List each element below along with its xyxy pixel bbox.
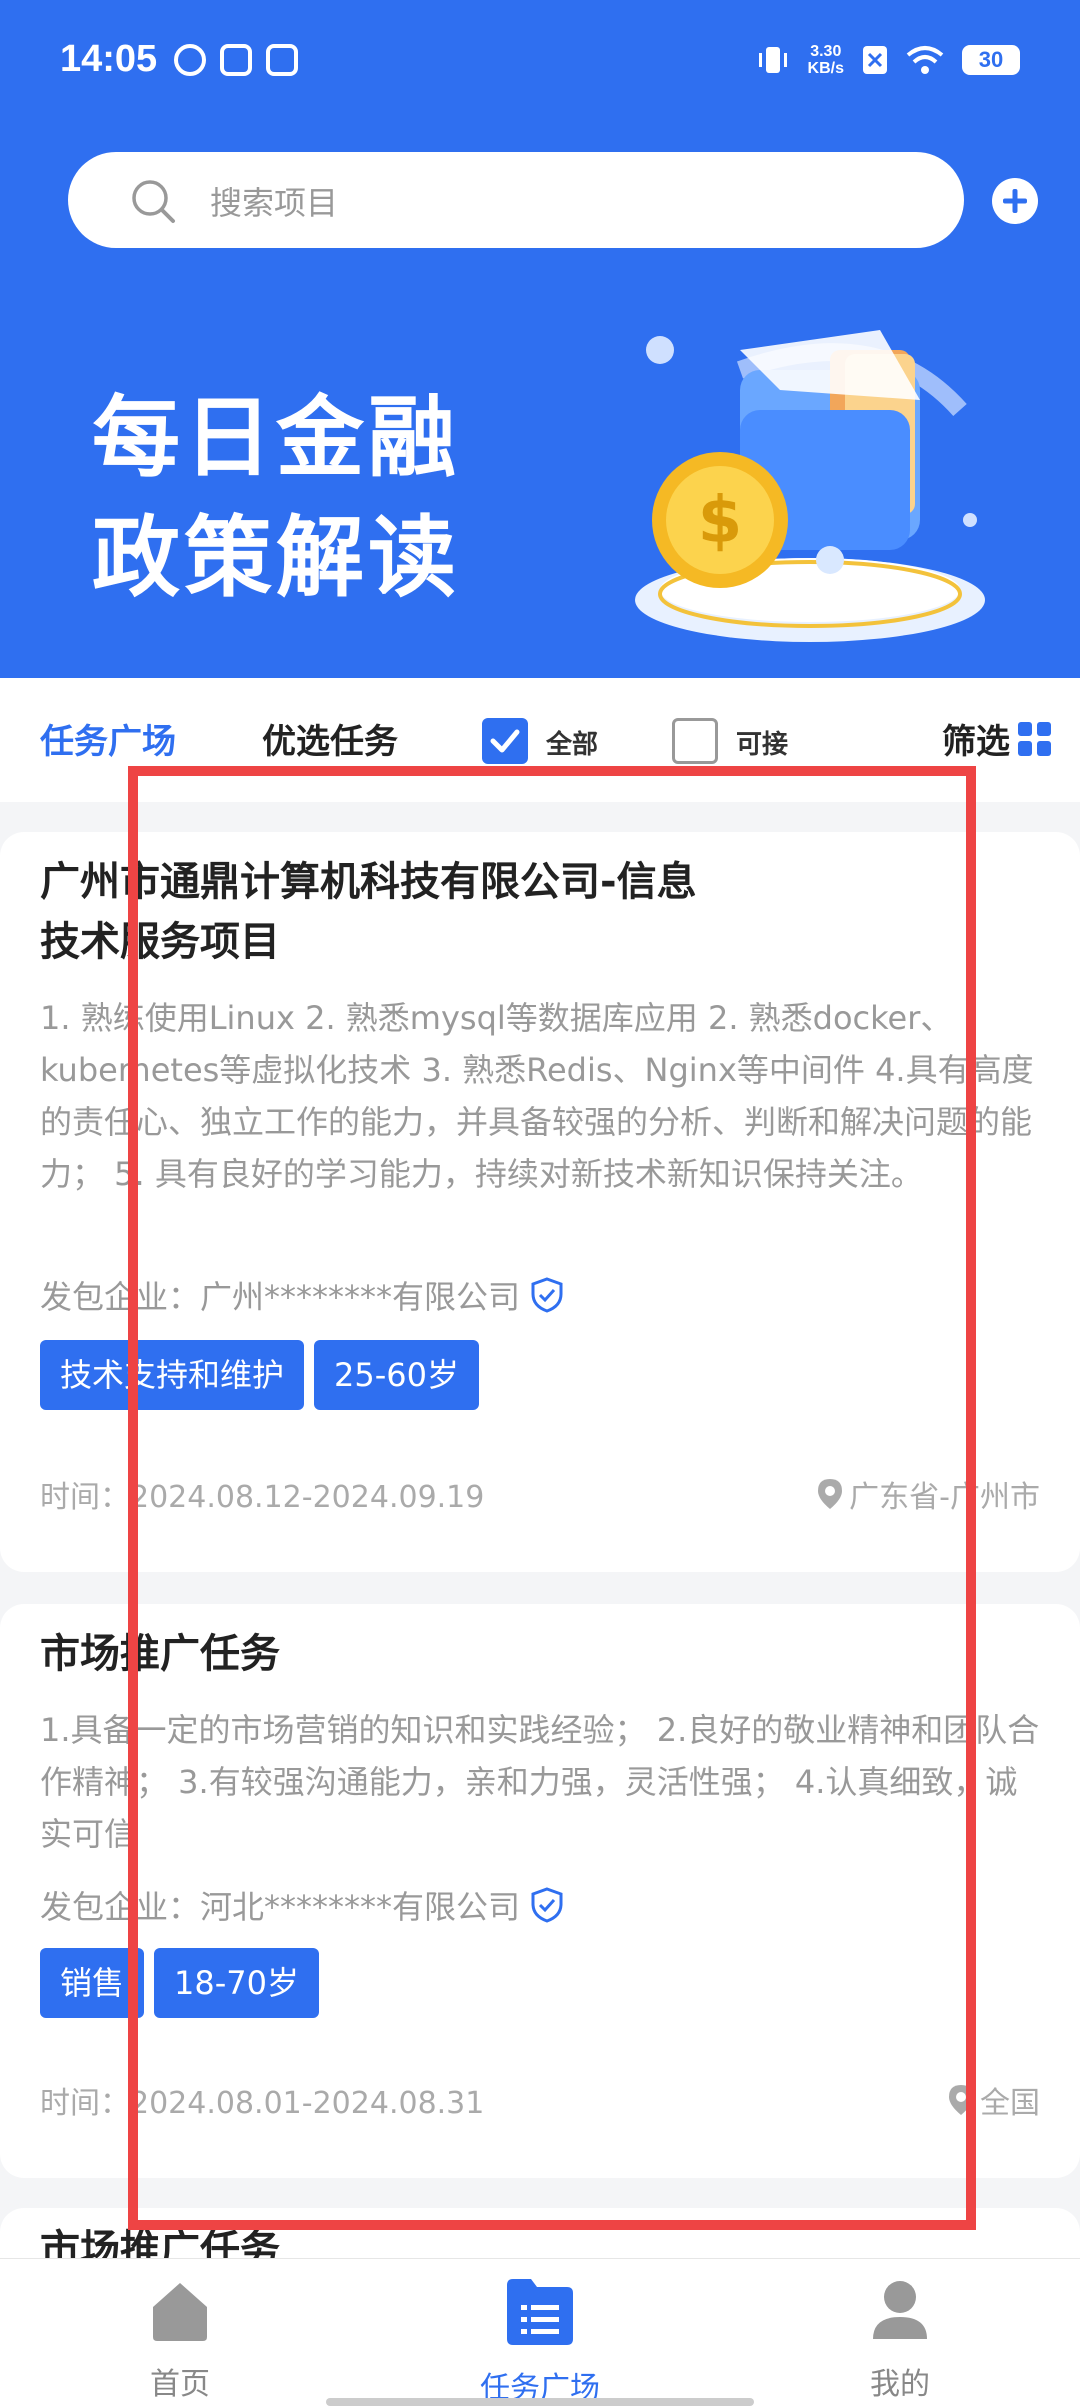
nav-item-label: 我的 — [870, 2367, 930, 2402]
tab-task-square[interactable]: 任务广场 — [40, 714, 176, 763]
checkbox-all[interactable] — [482, 718, 528, 764]
search-input[interactable]: 搜索项目 — [210, 178, 338, 224]
task-company-text: 发包企业：河北********有限公司 — [40, 1888, 521, 1926]
task-list-icon — [507, 2279, 573, 2345]
task-tag: 技术支持和维护 — [40, 1340, 305, 1410]
task-location: 广东省-广州市 — [817, 1472, 1040, 1516]
status-right: 3.30 KB/s 30 — [756, 40, 1020, 80]
nav-item-task-square[interactable]: 任务广场 — [450, 2277, 630, 2407]
task-time: 时间：2024.08.12-2024.09.19 — [40, 1480, 485, 1515]
svg-text:$: $ — [698, 484, 743, 558]
task-company: 发包企业：河北********有限公司 — [40, 1882, 564, 1928]
finance-folder-illustration: $ — [635, 330, 985, 642]
task-title-line1: 广州市通鼎计算机科技有限公司-信息 — [40, 859, 697, 905]
banner-title-line2: 政策解读 — [92, 506, 461, 609]
profile-icon — [873, 2281, 927, 2339]
task-company-text: 发包企业：广州********有限公司 — [40, 1278, 521, 1316]
wifi-icon — [906, 46, 944, 74]
task-tag: 25-60岁 — [314, 1340, 480, 1410]
task-card[interactable]: 广州市通鼎计算机科技有限公司-信息 技术服务项目 1. 熟练使用Linux 2.… — [0, 832, 1080, 1572]
task-description: 1.具备一定的市场营销的知识和实践经验； 2.良好的敬业精神和团队合作精神； 3… — [40, 1711, 1040, 1853]
net-speed-unit: KB/s — [807, 60, 844, 77]
status-time: 14:05 — [60, 38, 158, 80]
check-icon — [490, 729, 520, 753]
task-time: 时间：2024.08.01-2024.08.31 — [40, 2086, 485, 2121]
home-icon — [153, 2283, 207, 2341]
header-banner: 14:05 3.30 KB/s 30 搜索项目 每日金融 政策解读 $ — [0, 0, 1080, 678]
filter-bar: 任务广场 优选任务 全部 可接 筛选 — [0, 678, 1080, 802]
verified-shield-icon — [531, 1887, 563, 1923]
tab-preferred-tasks[interactable]: 优选任务 — [262, 714, 398, 763]
add-icon[interactable] — [992, 178, 1038, 224]
vibrate-icon — [758, 47, 787, 73]
verified-shield-icon — [531, 1277, 563, 1313]
app-icon — [266, 44, 298, 76]
task-title: 广州市通鼎计算机科技有限公司-信息 技术服务项目 — [40, 852, 760, 972]
task-location-text: 全国 — [980, 2086, 1040, 2121]
banner-title[interactable]: 每日金融 政策解读 — [92, 378, 460, 618]
task-description: 1. 熟练使用Linux 2. 熟悉mysql等数据库应用 2. 熟悉docke… — [40, 999, 1034, 1193]
nav-item-profile[interactable]: 我的 — [810, 2277, 990, 2403]
location-pin-icon — [949, 2085, 973, 2115]
nav-item-label: 首页 — [150, 2367, 210, 2402]
task-title-line1: 市场推广任务 — [40, 1631, 280, 1677]
banner-title-line1: 每日金融 — [92, 386, 461, 489]
net-speed: 3.30 KB/s — [808, 43, 844, 77]
location-pin-icon — [818, 1479, 843, 1509]
task-tag: 18-70岁 — [154, 1948, 320, 2018]
task-location-text: 广东省-广州市 — [849, 1480, 1040, 1515]
net-speed-value: 3.30 — [810, 43, 842, 60]
status-bar: 14:05 3.30 KB/s 30 — [0, 0, 1080, 128]
home-indicator[interactable] — [326, 2398, 754, 2406]
filter-button[interactable]: 筛选 — [942, 714, 1052, 763]
checkbox-all-label: 全部 — [546, 730, 599, 760]
no-sim-icon — [863, 46, 887, 74]
task-tags: 技术支持和维护 25-60岁 — [40, 1340, 480, 1410]
grid-icon — [1018, 721, 1052, 756]
task-location: 全国 — [948, 2078, 1040, 2122]
filter-label: 筛选 — [942, 722, 1010, 762]
bottom-nav: 首页 任务广场 我的 — [0, 2258, 1080, 2408]
nav-item-home[interactable]: 首页 — [90, 2277, 270, 2403]
battery-indicator: 30 — [962, 45, 1020, 75]
search-bar[interactable]: 搜索项目 — [68, 152, 964, 248]
task-company: 发包企业：广州********有限公司 — [40, 1272, 564, 1318]
checkbox-available-label: 可接 — [736, 730, 789, 760]
task-title: 市场推广任务 — [40, 1624, 760, 1684]
checkbox-available[interactable] — [672, 718, 718, 764]
task-tags: 销售 18-70岁 — [40, 1948, 320, 2018]
search-icon — [132, 180, 175, 223]
task-tag: 销售 — [40, 1948, 145, 2018]
message-icon — [220, 44, 252, 76]
task-title-line2: 技术服务项目 — [40, 919, 280, 965]
task-card[interactable]: 市场推广任务 1.具备一定的市场营销的知识和实践经验； 2.良好的敬业精神和团队… — [0, 1604, 1080, 2178]
notification-icon — [174, 44, 206, 76]
